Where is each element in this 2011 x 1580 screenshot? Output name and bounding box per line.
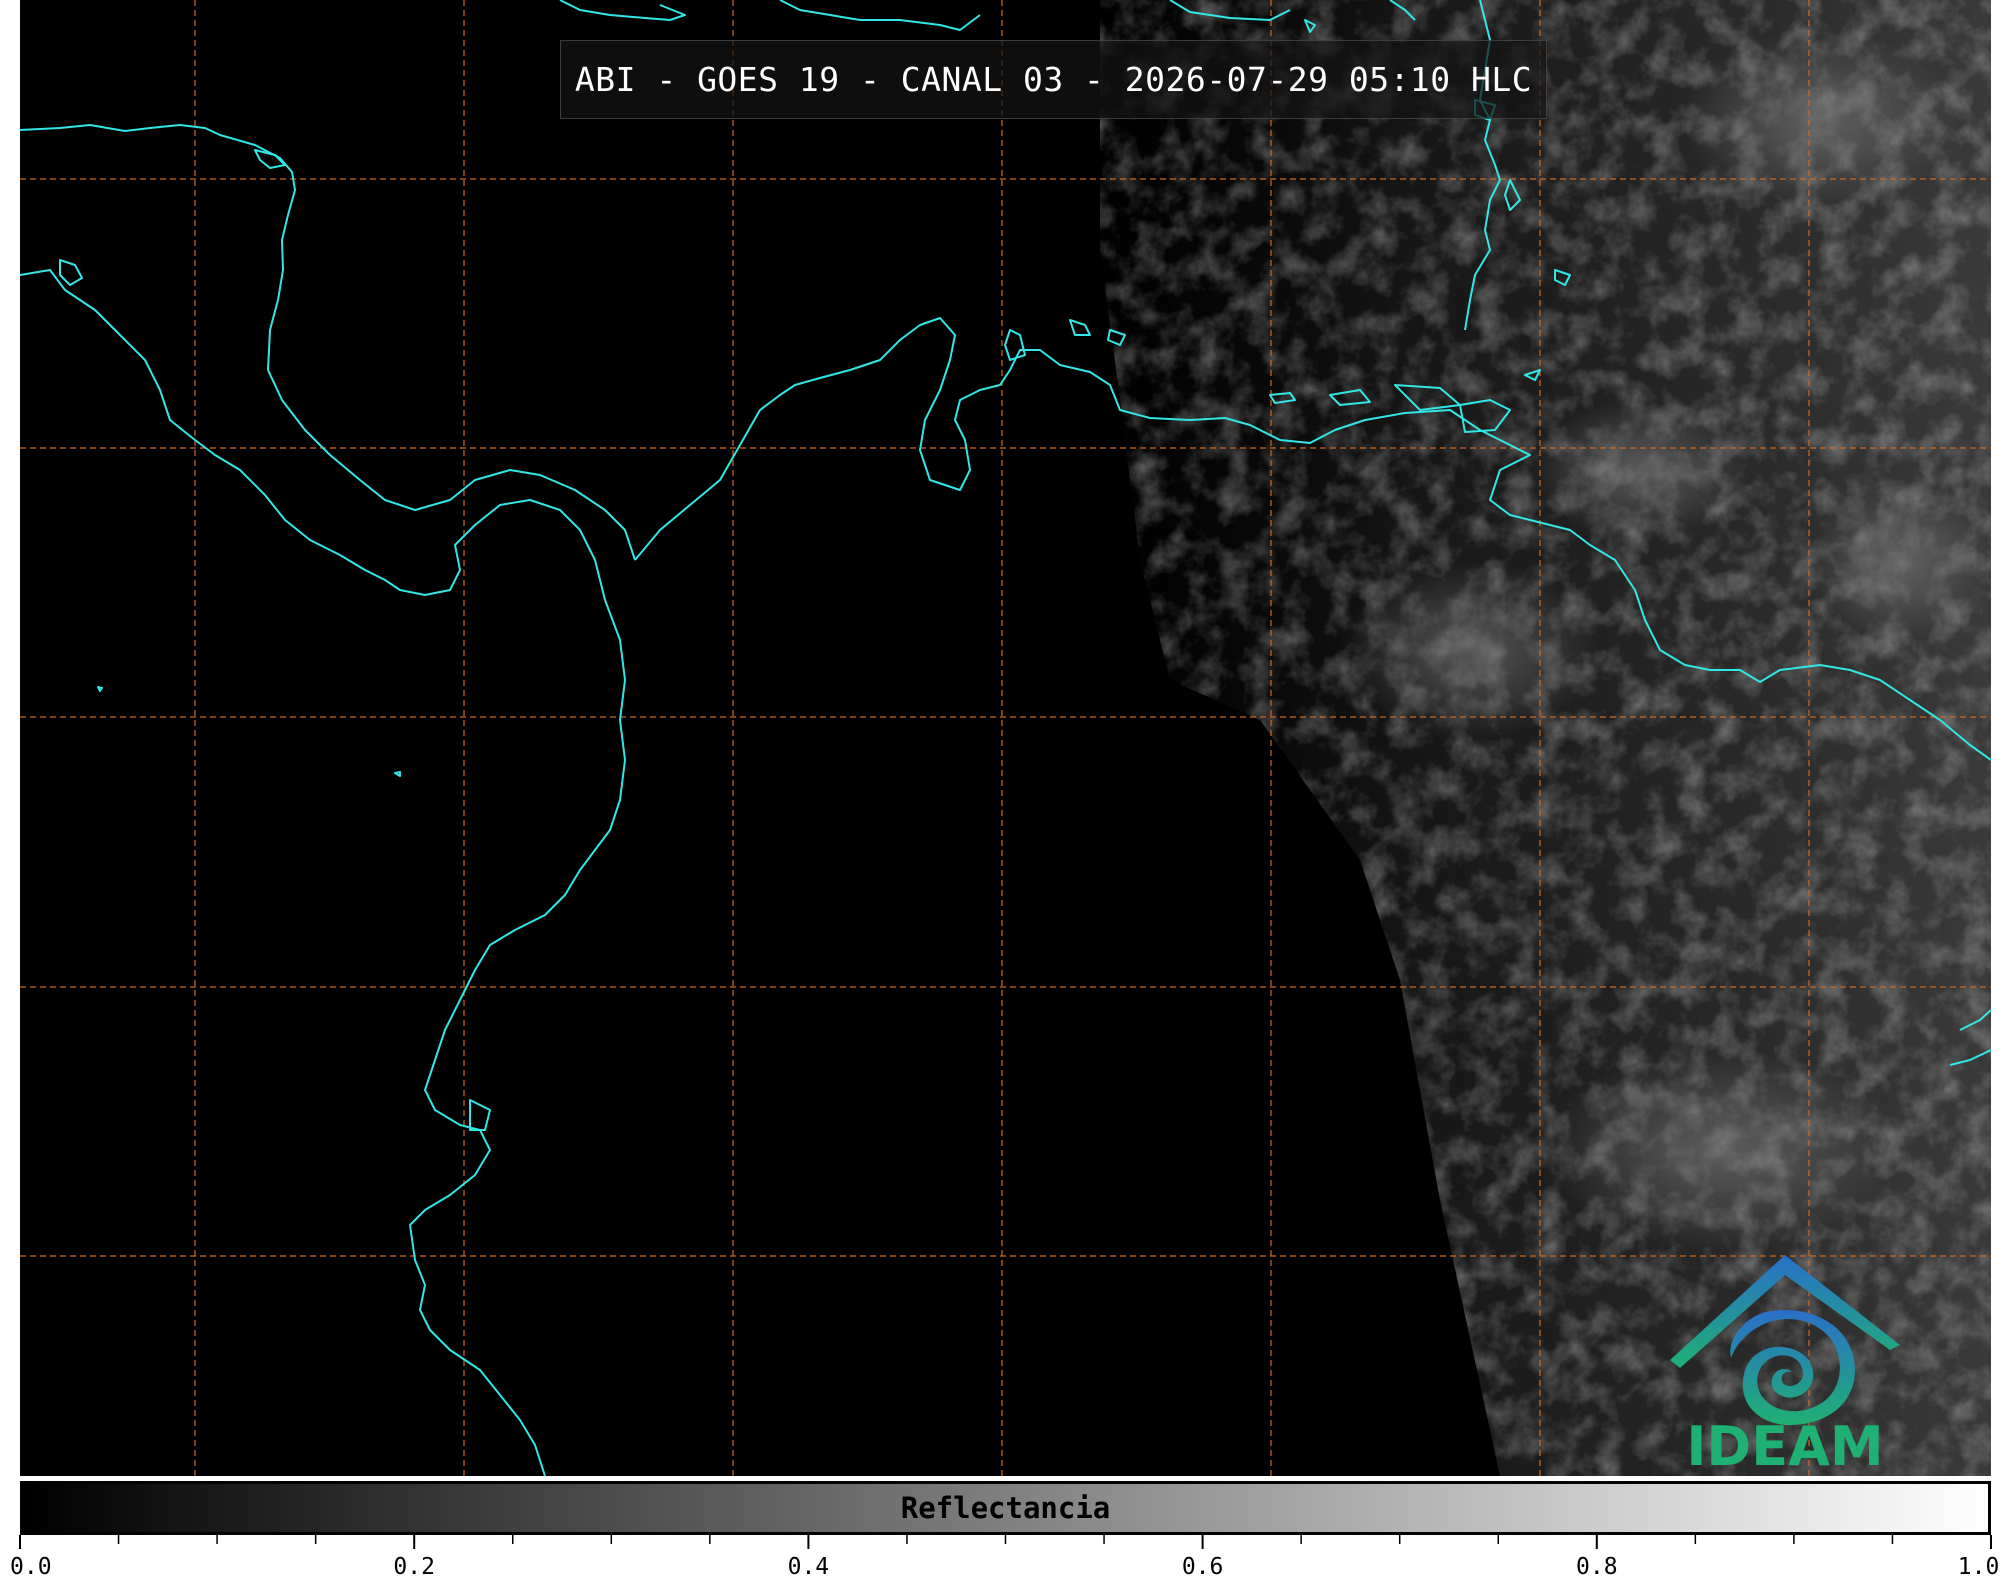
ideam-logo-text: IDEAM <box>1686 1415 1884 1476</box>
colorbar-ticks <box>19 1535 1992 1549</box>
colorbar-tick-label: 0.2 <box>393 1554 435 1580</box>
colorbar-tick-label: 0.0 <box>10 1554 52 1580</box>
colorbar-tick-label: 1.0 <box>1957 1554 2000 1580</box>
colorbar: Reflectancia <box>20 1481 1991 1535</box>
colorbar-tick-label: 0.6 <box>1181 1554 1224 1580</box>
satellite-map: ABI - GOES 19 - CANAL 03 - 2026-07-29 05… <box>20 0 1991 1476</box>
colorbar-tick-label: 0.4 <box>787 1554 830 1580</box>
colorbar-label: Reflectancia <box>900 1491 1111 1525</box>
colorbar-tick-label: 0.8 <box>1576 1554 1618 1580</box>
map-title: ABI - GOES 19 - CANAL 03 - 2026-07-29 05… <box>560 40 1547 119</box>
